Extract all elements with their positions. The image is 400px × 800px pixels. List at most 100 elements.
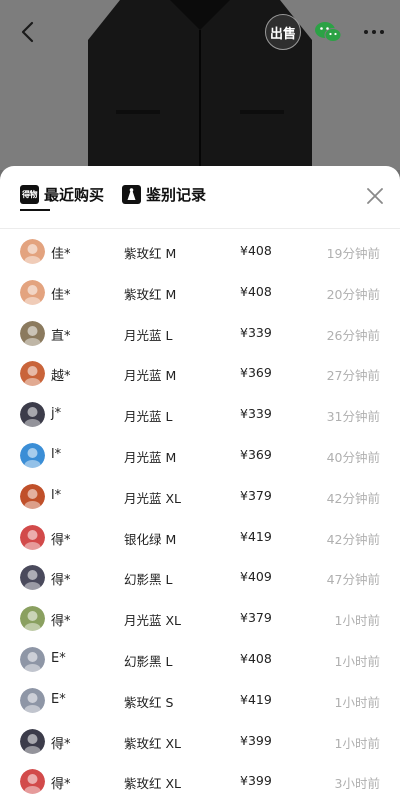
purchase-time: 42分钟前 <box>326 531 380 547</box>
avatar[interactable] <box>20 769 45 795</box>
item-price: ¥379 <box>240 487 272 503</box>
buyer-name: 得* <box>51 614 71 630</box>
header-divider <box>0 228 400 229</box>
purchase-time: 19分钟前 <box>326 246 380 261</box>
avatar[interactable] <box>20 402 45 428</box>
avatar[interactable] <box>20 239 45 264</box>
item-price: ¥399 <box>240 732 272 748</box>
purchase-row: 得* 紫玫红 XL ¥399 3小时前 <box>0 761 400 800</box>
item-price: ¥419 <box>240 691 272 707</box>
avatar[interactable] <box>20 728 45 754</box>
item-variant: 紫玫红 M <box>124 286 177 302</box>
avatar[interactable] <box>20 524 45 550</box>
top-bar: 出售 <box>0 0 400 64</box>
buyer-name: E* <box>51 691 66 707</box>
tab-label: 最近购买 <box>44 186 105 204</box>
item-variant: 紫玫红 XL <box>124 735 182 751</box>
item-variant: 月光蓝 M <box>124 368 177 384</box>
purchase-row: j* 月光蓝 L ¥339 31分钟前 <box>0 394 400 435</box>
item-price: ¥408 <box>240 650 272 666</box>
buyer-name: E* <box>51 650 66 666</box>
buyer-name: j* <box>51 406 62 422</box>
purchase-time: 3小时前 <box>334 776 380 792</box>
buyer-name: 得* <box>51 532 71 548</box>
purchase-row: E* 紫玫红 S ¥419 1小时前 <box>0 680 400 721</box>
buyer-name: 佳* <box>51 247 71 262</box>
item-price: ¥339 <box>240 406 272 422</box>
item-price: ¥379 <box>240 610 272 626</box>
purchase-time: 27分钟前 <box>326 368 380 384</box>
item-price: ¥408 <box>240 283 272 299</box>
purchase-row: 直* 月光蓝 L ¥339 26分钟前 <box>0 313 400 354</box>
avatar[interactable] <box>20 279 45 305</box>
wechat-share-icon[interactable] <box>314 20 342 44</box>
tab-recent-purchases[interactable]: 得物 最近购买 <box>20 184 105 211</box>
item-price: ¥369 <box>240 365 272 381</box>
item-variant: 幻影黑 L <box>124 572 173 588</box>
back-icon[interactable] <box>14 18 42 46</box>
buyer-name: 得* <box>51 736 71 752</box>
item-variant: 紫玫红 M <box>124 246 177 261</box>
avatar[interactable] <box>20 483 45 509</box>
avatar[interactable] <box>20 361 45 387</box>
sell-button[interactable]: 出售 <box>265 14 301 50</box>
tab-label: 鉴别记录 <box>146 186 207 204</box>
dewu-logo-icon: 得物 <box>20 185 39 204</box>
item-variant: 月光蓝 L <box>124 409 173 425</box>
tab-authentication-records[interactable]: 鉴别记录 <box>122 184 206 205</box>
item-variant: 银化绿 M <box>124 531 177 547</box>
buyer-name: l* <box>51 446 62 462</box>
purchase-row: 得* 银化绿 M ¥419 42分钟前 <box>0 517 400 558</box>
purchase-row: 佳* 紫玫红 M ¥408 19分钟前 <box>0 231 400 272</box>
purchase-time: 1小时前 <box>334 613 380 629</box>
purchase-row: 越* 月光蓝 M ¥369 27分钟前 <box>0 353 400 394</box>
purchase-row: l* 月光蓝 XL ¥379 42分钟前 <box>0 476 400 517</box>
purchase-list: 佳* 紫玫红 M ¥408 19分钟前 佳* 紫玫红 M ¥408 20分钟前 直* 月光蓝 L ¥… <box>0 231 400 800</box>
item-price: ¥369 <box>240 446 272 462</box>
purchase-row: l* 月光蓝 M ¥369 40分钟前 <box>0 435 400 476</box>
recent-purchases-sheet: 得物 最近购买 鉴别记录 佳* 紫玫红 M ¥408 19分钟前 佳* 紫玫红 M ¥408… <box>0 166 400 800</box>
buyer-name: 佳* <box>51 287 71 303</box>
item-variant: 月光蓝 M <box>124 449 177 465</box>
purchase-time: 1小时前 <box>334 735 380 751</box>
purchase-time: 20分钟前 <box>326 286 380 302</box>
purchase-time: 47分钟前 <box>326 572 380 588</box>
purchase-row: 得* 月光蓝 XL ¥379 1小时前 <box>0 598 400 639</box>
item-variant: 紫玫红 XL <box>124 776 182 792</box>
item-price: ¥399 <box>240 773 272 789</box>
purchase-row: 得* 紫玫红 XL ¥399 1小时前 <box>0 721 400 762</box>
purchase-row: E* 幻影黑 L ¥408 1小时前 <box>0 639 400 680</box>
authentication-icon <box>122 185 141 204</box>
more-icon[interactable] <box>360 20 388 44</box>
purchase-time: 42分钟前 <box>326 490 380 506</box>
item-variant: 幻影黑 L <box>124 653 173 669</box>
purchase-time: 31分钟前 <box>326 409 380 425</box>
buyer-name: 越* <box>51 369 71 385</box>
item-variant: 月光蓝 L <box>124 327 173 343</box>
purchase-time: 1小时前 <box>334 694 380 710</box>
item-price: ¥419 <box>240 528 272 544</box>
avatar[interactable] <box>20 442 45 468</box>
avatar[interactable] <box>20 320 45 346</box>
purchase-time: 40分钟前 <box>326 449 380 465</box>
avatar[interactable] <box>20 646 45 672</box>
buyer-name: 得* <box>51 777 71 793</box>
item-price: ¥409 <box>240 569 272 585</box>
close-icon[interactable] <box>365 186 385 206</box>
purchase-row: 佳* 紫玫红 M ¥408 20分钟前 <box>0 272 400 313</box>
active-tab-indicator <box>20 209 50 211</box>
purchase-row: 得* 幻影黑 L ¥409 47分钟前 <box>0 557 400 598</box>
purchase-time: 26分钟前 <box>326 327 380 343</box>
buyer-name: l* <box>51 487 62 503</box>
item-price: ¥408 <box>240 243 272 258</box>
buyer-name: 得* <box>51 573 71 589</box>
avatar[interactable] <box>20 687 45 713</box>
avatar[interactable] <box>20 565 45 591</box>
sheet-header: 得物 最近购买 鉴别记录 <box>0 166 400 229</box>
item-variant: 月光蓝 XL <box>124 613 182 629</box>
buyer-name: 直* <box>51 328 71 344</box>
item-variant: 月光蓝 XL <box>124 490 182 506</box>
avatar[interactable] <box>20 606 45 632</box>
item-variant: 紫玫红 S <box>124 694 174 710</box>
item-price: ¥339 <box>240 324 272 340</box>
